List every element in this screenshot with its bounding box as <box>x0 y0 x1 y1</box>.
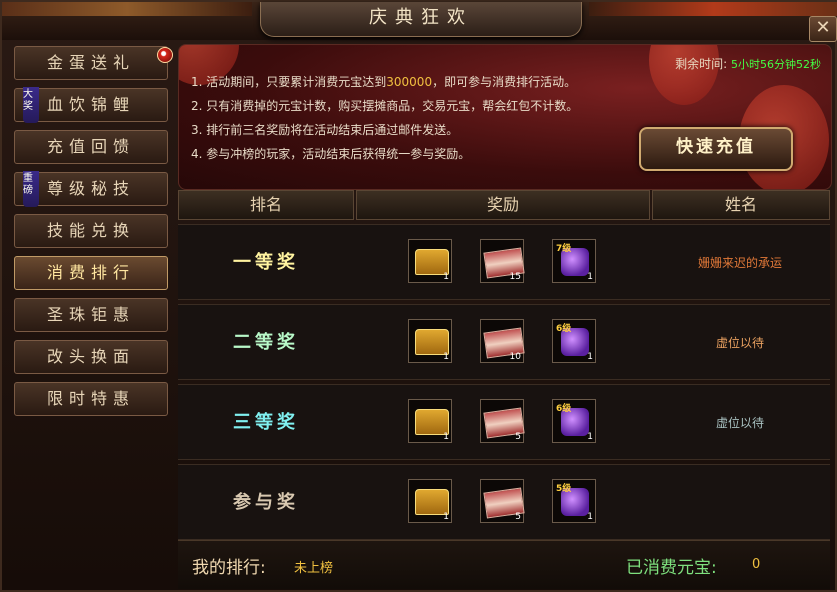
sidebar-item-label: 血饮锦鲤 <box>46 95 135 114</box>
sidebar-item-label: 圣珠钜惠 <box>46 305 135 324</box>
event-banner: 1. 活动期间，只要累计消费元宝达到300000，即可参与消费排行活动。 2. 只… <box>178 44 832 190</box>
gem-bag-icon[interactable]: 5级 1 <box>552 479 596 523</box>
item-level: 6级 <box>556 324 572 334</box>
item-count: 5 <box>515 432 521 442</box>
title-bar: 庆典狂欢 ✕ <box>2 2 837 42</box>
my-rank-label: 我的排行: <box>192 558 266 578</box>
treasure-chest-icon[interactable]: 1 <box>408 399 452 443</box>
sidebar-item-label: 消费排行 <box>46 263 135 282</box>
ranking-row: 一等奖 1 15 7级 1 姗姗来迟的承运 <box>178 224 830 300</box>
rule-highlight-value: 300000 <box>386 75 433 89</box>
sidebar-item-label: 尊级秘技 <box>46 179 135 198</box>
ranking-row: 参与奖 1 5 5级 1 <box>178 464 830 540</box>
rule-text: 3. 排行前三名奖励将在活动结束后通过邮件发送。 <box>191 123 459 137</box>
player-name: 虚位以待 <box>715 416 764 430</box>
rule-line: 1. 活动期间，只要累计消费元宝达到300000，即可参与消费排行活动。 <box>191 73 576 90</box>
countdown-timer: 剩余时间: 5小时56分钟52秒 <box>675 55 821 72</box>
sidebar-item[interactable]: 限时特惠 <box>14 382 168 416</box>
sidebar: 金蛋送礼 血饮锦鲤 大奖 充值回馈 尊级秘技 重磅 技能兑换 消费排行 圣珠钜惠 改头换面 限时特惠 <box>10 42 173 422</box>
main-panel: 1. 活动期间，只要累计消费元宝达到300000，即可参与消费排行活动。 2. 只… <box>174 42 834 590</box>
footer-bar: 我的排行: 未上榜 已消费元宝: 0 <box>178 540 830 589</box>
quick-recharge-button[interactable]: 快速充值 <box>639 127 793 171</box>
item-level: 7级 <box>556 244 572 254</box>
item-count: 1 <box>443 512 449 522</box>
timer-value: 5小时56分钟52秒 <box>731 58 821 71</box>
rule-text: ，即可参与消费排行活动。 <box>432 75 577 89</box>
lantern-decoration <box>649 45 719 105</box>
window-title: 庆典狂欢 <box>369 7 473 28</box>
ranking-table-header: 排名 奖励 姓名 <box>178 190 830 220</box>
rank-label: 三等奖 <box>233 412 299 433</box>
sidebar-item[interactable]: 尊级秘技 重磅 <box>14 171 168 207</box>
item-count: 1 <box>587 512 593 522</box>
timer-label: 剩余时间: <box>675 57 728 71</box>
sidebar-item[interactable]: 金蛋送礼 <box>14 46 173 80</box>
rule-text: 4. 参与冲榜的玩家，活动结束后获得统一参与奖励。 <box>191 147 471 161</box>
player-name: 虚位以待 <box>715 336 764 350</box>
item-count: 1 <box>587 352 593 362</box>
sidebar-item-label: 金蛋送礼 <box>46 53 135 72</box>
sidebar-item[interactable]: 消费排行 <box>14 256 168 290</box>
close-button[interactable]: ✕ <box>809 16 837 42</box>
gem-bag-icon[interactable]: 7级 1 <box>552 239 596 283</box>
player-name: 姗姗来迟的承运 <box>697 256 782 270</box>
sidebar-item[interactable]: 技能兑换 <box>14 214 168 248</box>
rule-text: 1. 活动期间，只要累计消费元宝达到 <box>191 75 387 89</box>
rule-line: 2. 只有消费掉的元宝计数，购买摆摊商品，交易元宝，帮会红包不计数。 <box>191 97 578 114</box>
rule-text: 2. 只有消费掉的元宝计数，购买摆摊商品，交易元宝，帮会红包不计数。 <box>191 99 579 113</box>
rank-label: 一等奖 <box>233 252 299 273</box>
sidebar-item-label: 充值回馈 <box>46 137 135 156</box>
sidebar-item[interactable]: 充值回馈 <box>14 130 168 164</box>
rank-label: 参与奖 <box>233 492 299 513</box>
sidebar-item-tag-badge: 大奖 <box>23 87 39 123</box>
title-bar-decoration-right <box>589 2 837 16</box>
player-name <box>650 465 830 541</box>
sidebar-item[interactable]: 圣珠钜惠 <box>14 298 168 332</box>
title-plate: 庆典狂欢 <box>260 2 582 37</box>
scroll-icon[interactable]: 5 <box>480 399 525 443</box>
gem-bag-icon[interactable]: 6级 1 <box>552 399 596 443</box>
sidebar-item[interactable]: 血饮锦鲤 大奖 <box>14 87 168 123</box>
my-rank-value: 未上榜 <box>294 561 334 576</box>
rank-label: 二等奖 <box>233 332 299 353</box>
sidebar-item[interactable]: 改头换面 <box>14 340 168 374</box>
event-window: 庆典狂欢 ✕ 金蛋送礼 血饮锦鲤 大奖 充值回馈 尊级秘技 重磅 技能兑换 消费排行 圣珠钜惠改… <box>0 0 837 592</box>
item-count: 10 <box>509 352 521 362</box>
item-level: 6级 <box>556 404 572 414</box>
item-count: 1 <box>443 432 449 442</box>
header-rank: 排名 <box>178 190 354 220</box>
rule-line: 4. 参与冲榜的玩家，活动结束后获得统一参与奖励。 <box>191 145 470 162</box>
item-count: 5 <box>515 512 521 522</box>
header-reward: 奖励 <box>356 190 650 220</box>
consumed-label: 已消费元宝: <box>626 558 717 578</box>
sidebar-item-label: 限时特惠 <box>46 389 135 408</box>
scroll-icon[interactable]: 10 <box>480 319 525 363</box>
sidebar-item-tag-badge: 重磅 <box>23 171 39 207</box>
ranking-row: 三等奖 1 5 6级 1 虚位以待 <box>178 384 830 460</box>
rule-line: 3. 排行前三名奖励将在活动结束后通过邮件发送。 <box>191 121 458 138</box>
ranking-row: 二等奖 1 10 6级 1 虚位以待 <box>178 304 830 380</box>
item-level: 5级 <box>556 484 572 494</box>
item-count: 1 <box>443 352 449 362</box>
sidebar-item-label: 技能兑换 <box>46 221 135 240</box>
item-count: 15 <box>509 272 521 282</box>
header-name: 姓名 <box>652 190 830 220</box>
treasure-chest-icon[interactable]: 1 <box>408 479 452 523</box>
title-bar-decoration-left <box>2 2 252 16</box>
item-count: 1 <box>587 272 593 282</box>
scroll-icon[interactable]: 15 <box>480 239 525 283</box>
scroll-icon[interactable]: 5 <box>480 479 525 523</box>
item-count: 1 <box>587 432 593 442</box>
notification-dot-icon <box>157 47 173 63</box>
item-count: 1 <box>443 272 449 282</box>
treasure-chest-icon[interactable]: 1 <box>408 239 452 283</box>
gem-bag-icon[interactable]: 6级 1 <box>552 319 596 363</box>
consumed-value: 0 <box>752 557 761 572</box>
sidebar-item-label: 改头换面 <box>46 347 135 366</box>
treasure-chest-icon[interactable]: 1 <box>408 319 452 363</box>
